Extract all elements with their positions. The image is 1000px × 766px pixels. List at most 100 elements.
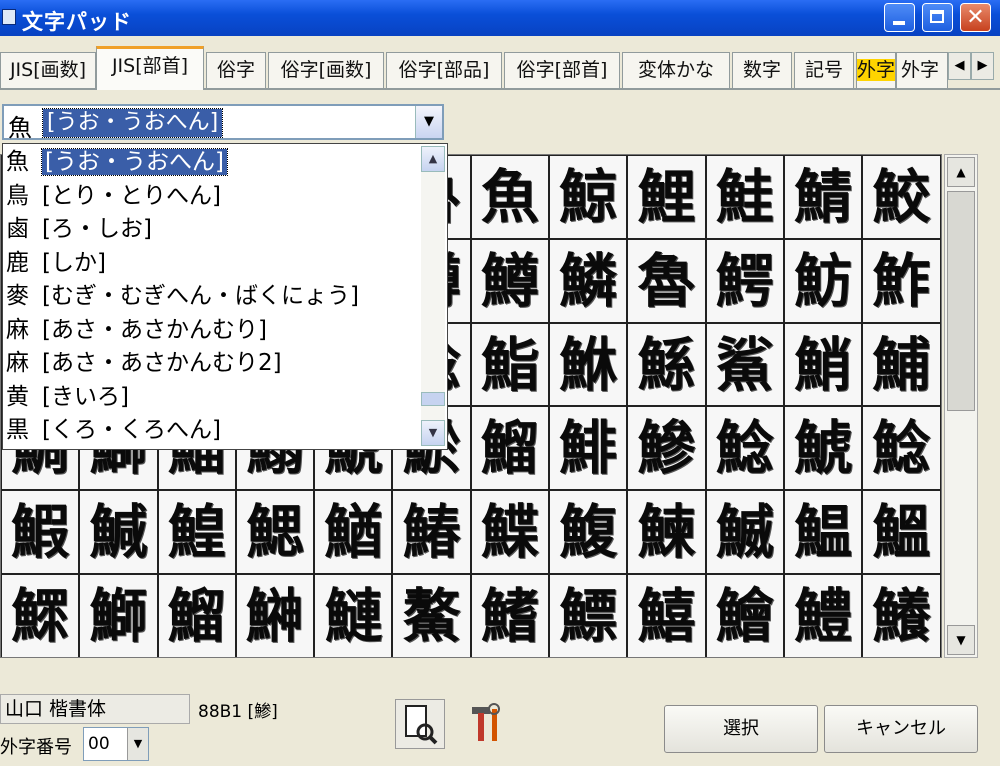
gaiji-number-select[interactable]: 00 ▼ (83, 727, 149, 761)
char-cell[interactable]: 鰱 (314, 573, 393, 657)
tab-itaiji-parts[interactable]: 俗字[部品] (386, 52, 502, 88)
char-cell[interactable]: 鯡 (549, 406, 628, 491)
tab-gaiji-badge[interactable]: 外字 (856, 52, 896, 88)
maximize-icon (930, 10, 944, 23)
char-cell[interactable]: 鰡 (470, 406, 550, 491)
char-cell[interactable]: 鰕 (1, 490, 80, 574)
tab-symbols[interactable]: 記号 (794, 52, 854, 88)
char-cell[interactable]: 鯆 (862, 322, 941, 407)
tab-scroll-right[interactable]: ▶ (971, 52, 994, 80)
char-cell[interactable]: 魚 (470, 155, 550, 239)
dropdown-item[interactable]: 鹵 [ろ・しお] (6, 213, 152, 246)
char-cell[interactable]: 鮴 (549, 322, 628, 407)
preview-button[interactable] (395, 699, 445, 749)
scroll-thumb[interactable] (947, 191, 975, 411)
dropdown-item[interactable]: 鳥 [とり・とりへん] (6, 180, 221, 213)
maximize-button[interactable] (922, 3, 953, 32)
char-cell[interactable]: 鰰 (235, 573, 315, 657)
select-button[interactable]: 選択 (664, 705, 818, 753)
radical-combo[interactable]: 魚 [うお・うおへん] ▼ (2, 104, 444, 142)
char-cell[interactable]: 鯖 (783, 155, 863, 239)
tab-hentaigana[interactable]: 変体かな (622, 52, 730, 88)
char-cell[interactable]: 鱗 (549, 238, 628, 323)
char-cell[interactable]: 鱧 (783, 573, 863, 657)
dropdown-item-label: [むぎ・むぎへん・ばくにょう] (42, 283, 359, 309)
tab-itaiji-radical[interactable]: 俗字[部首] (504, 52, 620, 88)
char-cell[interactable]: 魴 (783, 238, 863, 323)
dropdown-scrollbar[interactable]: ▲ ▼ (421, 146, 445, 446)
dropdown-item-radical: 黄 (6, 383, 29, 410)
char-cell[interactable]: 鰤 (79, 573, 158, 657)
char-cell[interactable]: 鮹 (783, 322, 863, 407)
char-cell[interactable]: 鯱 (783, 406, 863, 491)
char-cell[interactable]: 鰌 (314, 490, 393, 574)
char-cell[interactable]: 鯉 (627, 155, 706, 239)
tab-itaiji[interactable]: 俗字 (206, 52, 266, 88)
dropdown-scroll-thumb[interactable] (421, 392, 445, 406)
char-cell[interactable]: 鰛 (783, 490, 863, 574)
app-icon[interactable] (2, 9, 16, 25)
char-cell[interactable]: 鰮 (862, 490, 941, 574)
char-cell[interactable]: 鰲 (392, 573, 471, 657)
char-cell[interactable]: 鰓 (235, 490, 315, 574)
char-cell[interactable]: 魯 (627, 238, 706, 323)
dropdown-item-label: [ろ・しお] (42, 216, 152, 242)
tab-itaiji-stroke[interactable]: 俗字[画数] (268, 52, 384, 88)
char-cell[interactable]: 鯊 (705, 322, 784, 407)
dropdown-item[interactable]: 麥 [むぎ・むぎへん・ばくにょう] (6, 280, 359, 313)
dropdown-item-radical: 鳥 (6, 182, 29, 209)
tools-button[interactable] (462, 699, 512, 749)
char-cell[interactable]: 鯰 (705, 406, 784, 491)
char-cell[interactable]: 鯰 (862, 406, 941, 491)
char-cell[interactable]: 鰺 (627, 406, 706, 491)
char-cell[interactable]: 鰊 (627, 490, 706, 574)
char-cell[interactable]: 鰉 (157, 490, 236, 574)
char-cell[interactable]: 鮭 (705, 155, 784, 239)
dropdown-scroll-down[interactable]: ▼ (421, 420, 445, 446)
char-cell[interactable]: 鱚 (627, 573, 706, 657)
cancel-button[interactable]: キャンセル (824, 705, 978, 753)
tab-jis-radical[interactable]: JIS[部首] (96, 46, 204, 90)
tab-scroll-left[interactable]: ◀ (948, 52, 971, 80)
dropdown-item-radical: 鹿 (6, 249, 29, 276)
char-cell[interactable]: 鮓 (862, 238, 941, 323)
char-cell[interactable]: 鰐 (705, 238, 784, 323)
dropdown-item[interactable]: 麻 [あさ・あさかんむり2] (6, 347, 282, 380)
char-cell[interactable]: 鱠 (705, 573, 784, 657)
chevron-down-icon[interactable]: ▼ (127, 728, 148, 760)
char-cell[interactable]: 鰈 (470, 490, 550, 574)
char-cell[interactable]: 鰾 (549, 573, 628, 657)
char-cell[interactable]: 鯀 (627, 322, 706, 407)
char-cell[interactable]: 鮨 (470, 322, 550, 407)
dropdown-item-radical: 魚 (6, 149, 29, 175)
dropdown-item[interactable]: 黒 [くろ・くろへん] (6, 414, 221, 447)
dropdown-item[interactable]: 麻 [あさ・あさかんむり] (6, 314, 267, 347)
minimize-button[interactable] (884, 3, 915, 32)
gaiji-number-label: 外字番号 (0, 737, 72, 758)
scroll-up-button[interactable]: ▲ (947, 157, 975, 187)
char-cell[interactable]: 鰔 (79, 490, 158, 574)
char-cell[interactable]: 鯨 (549, 155, 628, 239)
minimize-icon (893, 21, 905, 25)
chevron-down-icon[interactable]: ▼ (415, 106, 442, 138)
char-cell[interactable]: 鰒 (549, 490, 628, 574)
char-cell[interactable]: 鰄 (705, 490, 784, 574)
dropdown-item[interactable]: 魚 [うお・うおへん] (6, 146, 228, 179)
dropdown-item[interactable]: 黄 [きいろ] (6, 381, 129, 414)
scroll-down-button[interactable]: ▼ (947, 625, 975, 655)
close-button[interactable]: ✕ (960, 3, 991, 32)
tab-gaiji[interactable]: 外字 (896, 52, 948, 88)
dropdown-item[interactable]: 鹿 [しか] (6, 247, 106, 280)
char-cell[interactable]: 鰭 (470, 573, 550, 657)
grid-scrollbar[interactable]: ▲ ▼ (944, 154, 978, 658)
tab-jis-stroke[interactable]: JIS[画数] (0, 52, 96, 88)
char-cell[interactable]: 鱶 (862, 573, 941, 657)
char-cell[interactable]: 鱒 (470, 238, 550, 323)
char-cell[interactable]: 鰆 (392, 490, 471, 574)
char-cell[interactable]: 鰡 (157, 573, 236, 657)
tab-numbers[interactable]: 数字 (732, 52, 792, 88)
dropdown-scroll-up[interactable]: ▲ (421, 146, 445, 172)
dropdown-item-label: [あさ・あさかんむり] (42, 316, 267, 343)
char-cell[interactable]: 鮫 (862, 155, 941, 239)
char-cell[interactable]: 鰥 (1, 573, 80, 657)
